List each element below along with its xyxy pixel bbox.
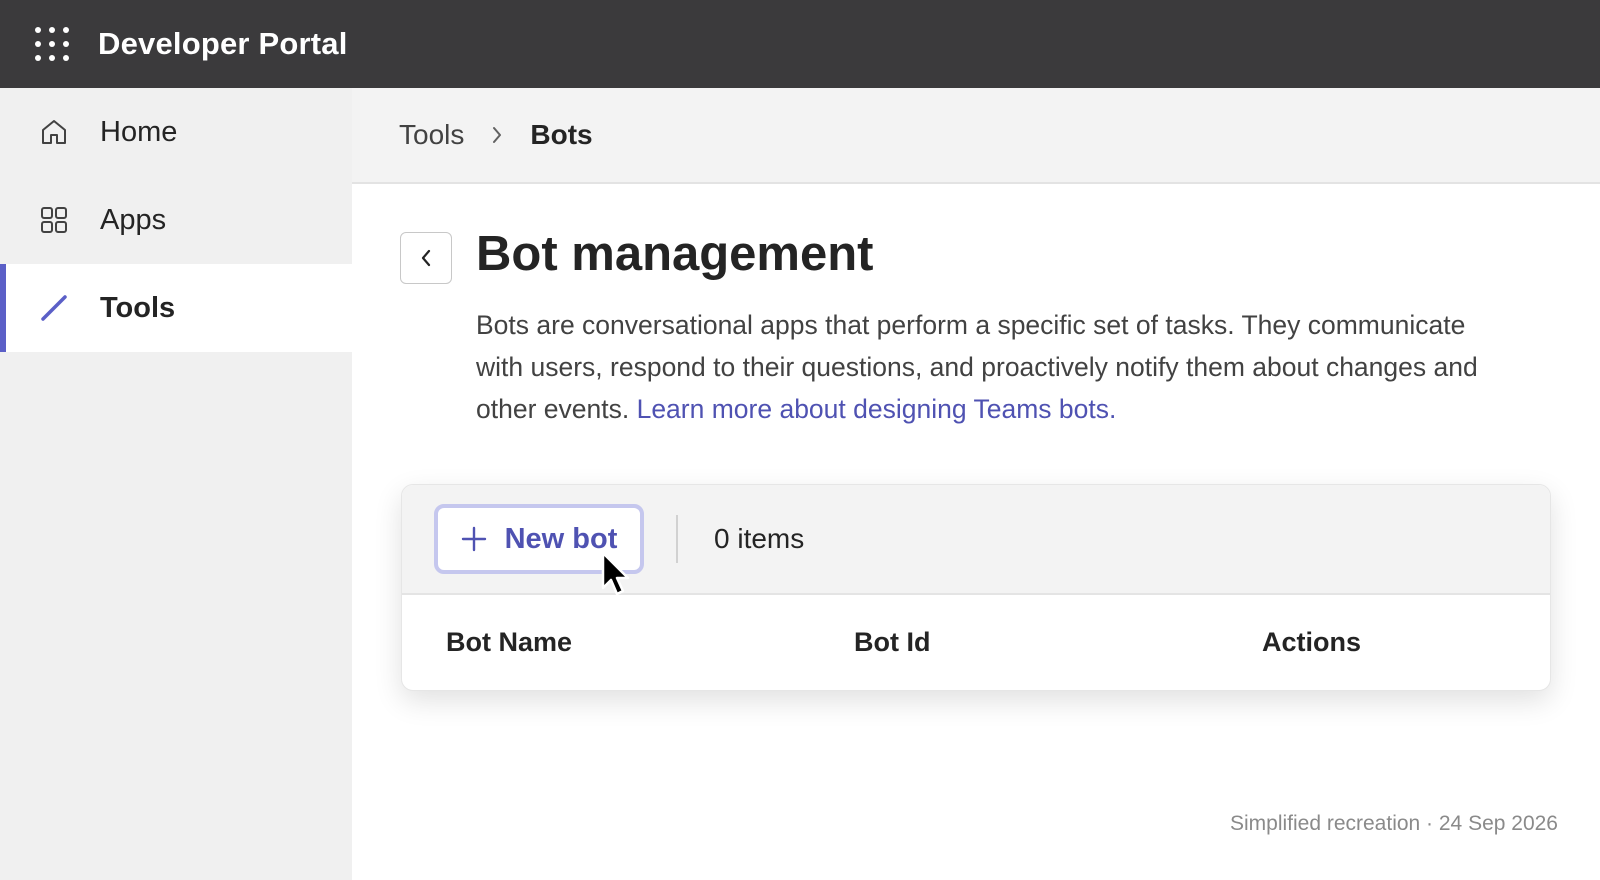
- app-title: Developer Portal: [98, 26, 348, 61]
- home-icon: [38, 116, 70, 148]
- top-bar: Developer Portal: [0, 0, 1600, 88]
- chevron-left-icon: [421, 249, 431, 267]
- footer-note: Simplified recreation · 24 Sep 2026: [1229, 812, 1558, 835]
- app-launcher-icon[interactable]: [35, 27, 69, 61]
- new-bot-label: New bot: [504, 522, 618, 555]
- breadcrumb-tools[interactable]: Tools: [399, 119, 464, 151]
- bots-table-card: New bot 0 items Bot Name Bot Id Actions: [401, 484, 1551, 691]
- learn-more-link[interactable]: Learn more about designing Teams bots.: [637, 394, 1117, 424]
- pencil-icon: [38, 292, 70, 324]
- sidebar-item-apps[interactable]: Apps: [0, 176, 352, 264]
- column-header-actions: Actions: [1262, 627, 1362, 657]
- page-description: Bots are conversational apps that perfor…: [476, 304, 1486, 430]
- table-header: Bot Name Bot Id Actions: [402, 595, 1550, 690]
- chevron-right-icon: [490, 125, 504, 145]
- main-content: Bot management Bots are conversational a…: [352, 184, 1600, 880]
- new-bot-button[interactable]: New bot: [434, 504, 644, 574]
- toolbar-divider: [676, 515, 678, 563]
- table-toolbar: New bot 0 items: [402, 485, 1550, 595]
- sidebar-item-tools[interactable]: Tools: [0, 264, 352, 352]
- sidebar-item-label: Tools: [100, 291, 176, 324]
- breadcrumb-bots: Bots: [530, 119, 593, 150]
- sidebar-item-label: Apps: [100, 203, 167, 236]
- back-button[interactable]: [400, 232, 452, 284]
- column-header-bot-id[interactable]: Bot Id: [854, 627, 930, 658]
- breadcrumb: Tools Bots: [352, 88, 1600, 184]
- column-header-bot-name[interactable]: Bot Name: [446, 627, 572, 658]
- page-title: Bot management: [476, 227, 874, 281]
- plus-icon: [461, 526, 486, 552]
- item-count: 0 items: [714, 523, 805, 554]
- sidebar: Home Apps Tools: [0, 88, 352, 880]
- sidebar-item-home[interactable]: Home: [0, 88, 352, 176]
- sidebar-item-label: Home: [100, 115, 178, 148]
- apps-grid-icon: [38, 204, 70, 236]
